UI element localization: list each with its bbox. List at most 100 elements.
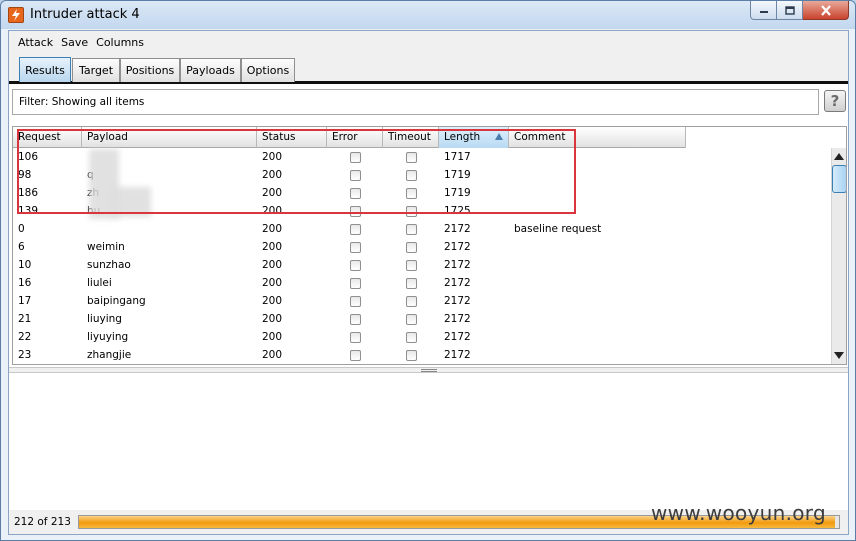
splitter-grip-icon[interactable]: [421, 369, 437, 372]
cell-payload: [82, 220, 257, 238]
scrollbar-thumb[interactable]: [832, 165, 846, 193]
cell-status: 200: [262, 277, 283, 289]
menu-columns[interactable]: Columns: [96, 36, 144, 49]
error-checkbox[interactable]: [349, 277, 361, 289]
cell-request: 22: [18, 331, 32, 343]
cell-timeout: [383, 328, 439, 346]
cell-status: 200: [262, 313, 283, 325]
cell-timeout: [383, 292, 439, 310]
tab-target[interactable]: Target: [72, 58, 120, 82]
help-button[interactable]: ?: [824, 90, 846, 112]
cell-request: 6: [18, 241, 25, 253]
cell-payload: sunzhao: [87, 259, 131, 271]
scroll-down-icon[interactable]: [834, 352, 844, 359]
tab-bar: Results Target Positions Payloads Option…: [9, 54, 848, 84]
error-checkbox[interactable]: [349, 259, 361, 271]
table-row[interactable]: 6 weimin 200 2172: [13, 238, 686, 256]
cell-payload: liyuying: [87, 331, 129, 343]
table-row[interactable]: 17 baipingang 200 2172: [13, 292, 686, 310]
burp-lightning-icon: [8, 7, 24, 23]
timeout-checkbox[interactable]: [405, 331, 417, 343]
vertical-scrollbar[interactable]: [831, 148, 846, 364]
menu-save[interactable]: Save: [61, 36, 88, 49]
timeout-checkbox[interactable]: [405, 223, 417, 235]
tab-positions[interactable]: Positions: [120, 58, 180, 82]
error-checkbox[interactable]: [349, 331, 361, 343]
table-row[interactable]: 22 liyuying 200 2172: [13, 328, 686, 346]
cell-request: 0: [18, 223, 25, 235]
table-row[interactable]: 23 zhangjie 200 2172: [13, 346, 686, 364]
error-checkbox[interactable]: [349, 349, 361, 361]
cell-payload: liulei: [87, 277, 112, 289]
request-detail-pane: [9, 374, 848, 510]
cell-comment: baseline request: [514, 223, 602, 235]
cell-request: 21: [18, 313, 32, 325]
cell-request: 17: [18, 295, 32, 307]
cell-error: [327, 256, 383, 274]
cell-request: 10: [18, 259, 32, 271]
cell-status: 200: [262, 349, 283, 361]
cell-length: 2172: [444, 331, 471, 343]
maximize-button[interactable]: [777, 1, 803, 20]
cell-length: 2172: [444, 241, 471, 253]
timeout-checkbox[interactable]: [405, 313, 417, 325]
cell-comment: [509, 274, 686, 292]
menu-attack[interactable]: Attack: [18, 36, 53, 49]
filter-text: Filter: Showing all items: [19, 96, 145, 108]
menu-bar: Attack Save Columns: [9, 31, 848, 54]
cell-status: 200: [262, 223, 283, 235]
tab-results[interactable]: Results: [19, 57, 71, 82]
cell-error: [327, 310, 383, 328]
scroll-up-icon[interactable]: [834, 153, 844, 160]
help-icon: ?: [830, 92, 840, 110]
cell-status: 200: [262, 259, 283, 271]
table-row[interactable]: 10 sunzhao 200 2172: [13, 256, 686, 274]
timeout-checkbox[interactable]: [405, 349, 417, 361]
timeout-checkbox[interactable]: [405, 277, 417, 289]
tab-payloads[interactable]: Payloads: [180, 58, 241, 82]
error-checkbox[interactable]: [349, 241, 361, 253]
highlight-annotation: [17, 129, 576, 214]
table-row[interactable]: 21 liuying 200 2172: [13, 310, 686, 328]
title-bar[interactable]: Intruder attack 4: [1, 1, 855, 29]
timeout-checkbox[interactable]: [405, 295, 417, 307]
cell-payload: zhangjie: [87, 349, 132, 361]
table-row[interactable]: 16 liulei 200 2172: [13, 274, 686, 292]
cell-timeout: [383, 256, 439, 274]
minimize-icon: [759, 11, 768, 13]
pane-splitter[interactable]: [9, 367, 848, 373]
cell-comment: [509, 256, 686, 274]
cell-error: [327, 328, 383, 346]
cell-length: 2172: [444, 313, 471, 325]
cell-comment: [509, 346, 686, 364]
timeout-checkbox[interactable]: [405, 241, 417, 253]
cell-timeout: [383, 310, 439, 328]
close-button[interactable]: [803, 1, 849, 20]
cell-length: 2172: [444, 349, 471, 361]
cell-payload: liuying: [87, 313, 122, 325]
cell-status: 200: [262, 331, 283, 343]
cell-error: [327, 238, 383, 256]
cell-error: [327, 292, 383, 310]
cell-comment: [509, 292, 686, 310]
cell-status: 200: [262, 295, 283, 307]
cell-comment: [509, 328, 686, 346]
filter-bar[interactable]: Filter: Showing all items: [12, 89, 819, 115]
tab-options[interactable]: Options: [241, 58, 295, 82]
cell-error: [327, 220, 383, 238]
cell-comment: [509, 238, 686, 256]
cell-length: 2172: [444, 223, 471, 235]
cell-timeout: [383, 220, 439, 238]
cell-length: 2172: [444, 295, 471, 307]
error-checkbox[interactable]: [349, 223, 361, 235]
error-checkbox[interactable]: [349, 295, 361, 307]
table-row[interactable]: 0 200 2172 baseline request: [13, 220, 686, 238]
minimize-button[interactable]: [750, 1, 777, 20]
cell-request: 16: [18, 277, 32, 289]
timeout-checkbox[interactable]: [405, 259, 417, 271]
error-checkbox[interactable]: [349, 313, 361, 325]
cell-length: 2172: [444, 259, 471, 271]
maximize-icon: [784, 5, 795, 15]
cell-comment: [509, 310, 686, 328]
cell-request: 23: [18, 349, 32, 361]
